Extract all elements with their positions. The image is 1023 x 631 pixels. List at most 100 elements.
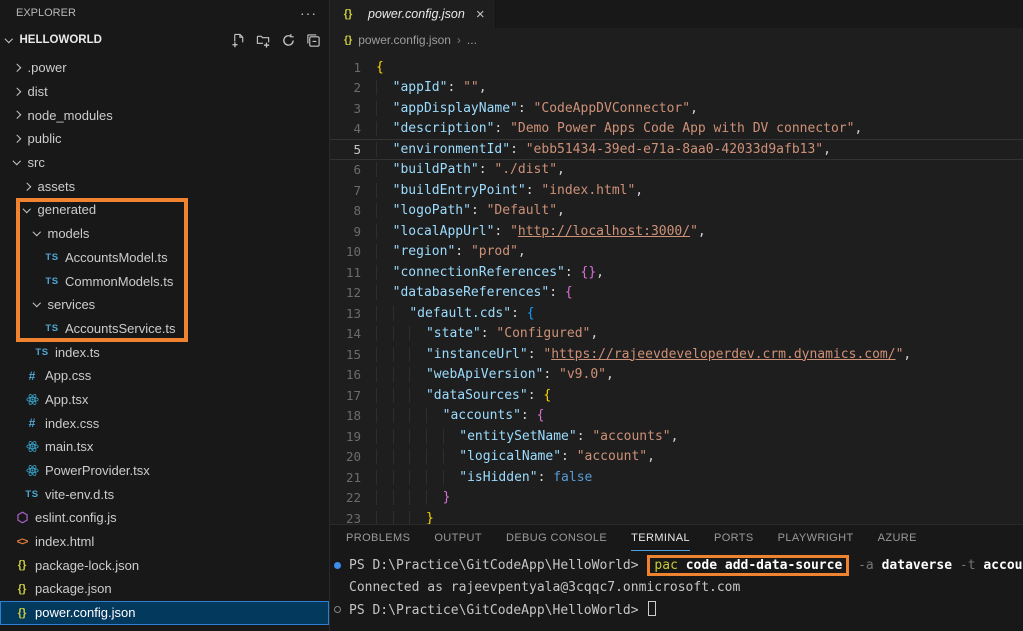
code-line-2[interactable]: 2 "appId": "", — [330, 78, 1023, 99]
terminal-line-command[interactable]: PS D:\Practice\GitCodeApp\HelloWorld> pa… — [334, 554, 1023, 576]
terminal[interactable]: PS D:\Practice\GitCodeApp\HelloWorld> pa… — [330, 551, 1023, 631]
code-line-23[interactable]: 23 } — [330, 508, 1023, 524]
tree-item-label: dist — [28, 84, 48, 99]
panel-tab-playwright[interactable]: PLAYWRIGHT — [778, 525, 854, 551]
workspace-name: HELLOWORLD — [20, 34, 102, 46]
code-line-12[interactable]: 12 "databaseReferences": { — [330, 283, 1023, 304]
code-line-16[interactable]: 16 "webApiVersion": "v9.0", — [330, 365, 1023, 386]
tree-item-label: main.tsx — [45, 439, 93, 454]
code-line-15[interactable]: 15 "instanceUrl": "https://rajeevdevelop… — [330, 344, 1023, 365]
more-actions-icon[interactable]: ··· — [300, 5, 317, 21]
line-number: 5 — [330, 142, 376, 157]
workspace-section-header[interactable]: HELLOWORLD — [0, 26, 329, 54]
code-line-4[interactable]: 4 "description": "Demo Power Apps Code A… — [330, 119, 1023, 140]
code-line-3[interactable]: 3 "appDisplayName": "CodeAppDVConnector"… — [330, 98, 1023, 119]
new-folder-icon[interactable] — [256, 33, 271, 48]
tree-item-powerprovider-tsx[interactable]: PowerProvider.tsx — [0, 459, 329, 483]
tree-item-label: services — [48, 297, 96, 312]
explorer-title: EXPLORER — [16, 7, 76, 19]
typescript-file-icon: TS — [44, 252, 60, 263]
panel-tab-terminal[interactable]: TERMINAL — [631, 525, 690, 551]
panel-tab-debug-console[interactable]: DEBUG CONSOLE — [506, 525, 607, 551]
chevron-right-icon — [13, 135, 21, 143]
highlight-box-pac-command: pac code add-data-source — [647, 555, 849, 576]
code-line-8[interactable]: 8 "logoPath": "Default", — [330, 201, 1023, 222]
tree-item-commonmodels-ts[interactable]: TSCommonModels.ts — [0, 269, 329, 293]
code-line-17[interactable]: 17 "dataSources": { — [330, 385, 1023, 406]
code-line-9[interactable]: 9 "localAppUrl": "http://localhost:3000/… — [330, 221, 1023, 242]
tree-item-node-modules[interactable]: node_modules — [0, 103, 329, 127]
code-editor[interactable]: 1{2 "appId": "",3 "appDisplayName": "Cod… — [330, 52, 1023, 524]
breadcrumb[interactable]: {} power.config.json › ... — [330, 28, 1023, 52]
code-line-5[interactable]: 5 "environmentId": "ebb51434-39ed-e71a-8… — [330, 139, 1023, 160]
tree-item-power-config-json[interactable]: {}power.config.json — [0, 601, 329, 625]
tree-item-index-css[interactable]: #index.css — [0, 411, 329, 435]
terminal-prompt: PS D:\Practice\GitCodeApp\HelloWorld> — [349, 603, 646, 618]
tree-item-vite-env-d-ts[interactable]: TSvite-env.d.ts — [0, 482, 329, 506]
command-success-decoration-icon[interactable] — [334, 562, 341, 569]
line-number: 16 — [330, 367, 376, 382]
tree-item-index-html[interactable]: <>index.html — [0, 530, 329, 554]
code-line-10[interactable]: 10 "region": "prod", — [330, 242, 1023, 263]
tree-item-dist[interactable]: dist — [0, 80, 329, 104]
line-number: 14 — [330, 326, 376, 341]
tree-item-app-tsx[interactable]: App.tsx — [0, 388, 329, 412]
panel-tab-output[interactable]: OUTPUT — [434, 525, 482, 551]
panel-tab-problems[interactable]: PROBLEMS — [346, 525, 410, 551]
tree-item-accountsmodel-ts[interactable]: TS AccountsModel.ts — [0, 246, 329, 270]
breadcrumb-tail[interactable]: ... — [467, 33, 477, 47]
code-line-14[interactable]: 14 "state": "Configured", — [330, 324, 1023, 345]
tree-item-label: eslint.config.js — [35, 510, 117, 525]
tab-power-config-json[interactable]: {} power.config.json × — [330, 0, 496, 28]
tree-item-index-ts[interactable]: TSindex.ts — [0, 340, 329, 364]
collapse-all-icon[interactable] — [306, 33, 321, 48]
breadcrumb-separator-icon: › — [457, 33, 461, 47]
tree-item-package-json[interactable]: {}package.json — [0, 577, 329, 601]
code-line-21[interactable]: 21 "isHidden": false — [330, 467, 1023, 488]
tree-item-label: index.ts — [55, 345, 100, 360]
code-line-1[interactable]: 1{ — [330, 57, 1023, 78]
close-tab-icon[interactable]: × — [476, 7, 485, 22]
panel-tab-ports[interactable]: PORTS — [714, 525, 754, 551]
tree-item-generated[interactable]: generated — [0, 198, 329, 222]
json-file-icon: {} — [344, 34, 352, 46]
explorer-header: EXPLORER ··· — [0, 0, 329, 26]
tree-item-app-css[interactable]: # App.css — [0, 364, 329, 388]
chevron-right-icon — [13, 88, 21, 96]
tree-item-label: AccountsModel.ts — [65, 250, 168, 265]
flag-a-value: dataverse — [882, 558, 952, 573]
tree-item-label: AccountsService.ts — [65, 321, 176, 336]
code-line-6[interactable]: 6 "buildPath": "./dist", — [330, 160, 1023, 181]
tree-item-assets[interactable]: assets — [0, 174, 329, 198]
code-line-7[interactable]: 7 "buildEntryPoint": "index.html", — [330, 180, 1023, 201]
css-file-icon: # — [24, 369, 40, 383]
code-line-20[interactable]: 20 "logicalName": "account", — [330, 447, 1023, 468]
tree-item-accountsservice-ts[interactable]: TSAccountsService.ts — [0, 317, 329, 341]
code-line-13[interactable]: 13 "default.cds": { — [330, 303, 1023, 324]
code-line-18[interactable]: 18 "accounts": { — [330, 406, 1023, 427]
panel-tab-azure[interactable]: AZURE — [878, 525, 917, 551]
tree-item-services[interactable]: services — [0, 293, 329, 317]
tree-item-eslint-config-js[interactable]: eslint.config.js — [0, 506, 329, 530]
tree-item--power[interactable]: .power — [0, 56, 329, 80]
tree-item-main-tsx[interactable]: main.tsx — [0, 435, 329, 459]
tree-item-package-lock-json[interactable]: {}package-lock.json — [0, 553, 329, 577]
tree-item-label: public — [28, 131, 62, 146]
tree-item-label: .power — [28, 60, 67, 75]
tree-item-src[interactable]: src — [0, 151, 329, 175]
editor-tab-bar: {} power.config.json × — [330, 0, 1023, 28]
tree-item-models[interactable]: models — [0, 222, 329, 246]
breadcrumb-file[interactable]: power.config.json — [358, 33, 451, 47]
new-file-icon[interactable] — [231, 33, 246, 48]
tree-item-label: generated — [38, 202, 97, 217]
code-line-22[interactable]: 22 } — [330, 488, 1023, 509]
terminal-line-prompt[interactable]: PS D:\Practice\GitCodeApp\HelloWorld> — [334, 598, 1023, 620]
line-number: 3 — [330, 101, 376, 116]
tree-item-label: App.css — [45, 368, 91, 383]
tree-item-public[interactable]: public — [0, 127, 329, 151]
line-number: 15 — [330, 347, 376, 362]
code-line-11[interactable]: 11 "connectionReferences": {}, — [330, 262, 1023, 283]
refresh-icon[interactable] — [281, 33, 296, 48]
line-number: 22 — [330, 490, 376, 505]
code-line-19[interactable]: 19 "entitySetName": "accounts", — [330, 426, 1023, 447]
